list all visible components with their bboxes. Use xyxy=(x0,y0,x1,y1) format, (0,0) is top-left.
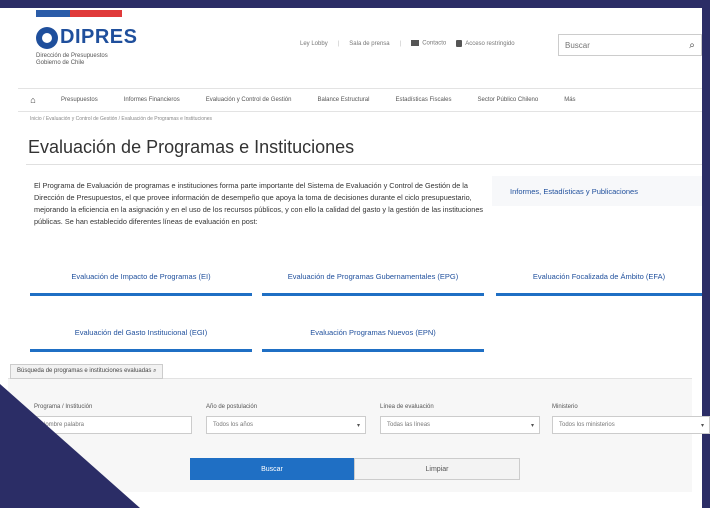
ministerio-select[interactable]: Todos los ministerios ▾ xyxy=(552,416,710,434)
toplink-lobby[interactable]: Ley Lobby xyxy=(300,41,328,47)
flag-stripe xyxy=(36,10,122,17)
filter-label-linea: Línea de evaluación xyxy=(380,404,434,410)
toplink-restricted-label: Acceso restringido xyxy=(465,41,515,48)
nav-item-mas[interactable]: Más xyxy=(551,97,588,103)
nav-item-presupuestos[interactable]: Presupuestos xyxy=(48,97,111,103)
toplink-press[interactable]: Sala de prensa xyxy=(349,41,389,47)
main-nav: ⌂ Presupuestos Informes Financieros Eval… xyxy=(18,88,702,112)
nav-item-informes[interactable]: Informes Financieros xyxy=(111,97,193,103)
intro-paragraph: El Programa de Evaluación de programas e… xyxy=(34,181,484,226)
chevron-down-icon: ▾ xyxy=(700,422,704,429)
page-title: Evaluación de Programas e Instituciones xyxy=(28,137,355,157)
search-box: ⌕ xyxy=(558,34,702,56)
anio-select[interactable]: Todos los años ▾ xyxy=(206,416,366,434)
nav-item-estadisticas[interactable]: Estadísticas Fiscales xyxy=(382,97,464,103)
dipres-logo-icon xyxy=(36,26,58,49)
eval-button-egi[interactable]: Evaluación del Gasto Institucional (EGI) xyxy=(30,316,252,352)
eval-button-epn[interactable]: Evaluación Programas Nuevos (EPN) xyxy=(262,316,484,352)
toplink-restricted[interactable]: Acceso restringido xyxy=(456,40,515,48)
toplink-contact[interactable]: Contacto xyxy=(411,40,446,47)
mail-icon xyxy=(411,40,420,47)
frame-top-border xyxy=(0,0,710,8)
sidebar-link-informes[interactable]: Informes, Estadísticas y Publicaciones xyxy=(492,176,702,206)
top-links: Ley Lobby | Sala de prensa | Contacto Ac… xyxy=(300,40,515,47)
home-icon[interactable]: ⌂ xyxy=(18,95,48,105)
logo-subtitle: Dirección de Presupuestos Gobierno de Ch… xyxy=(36,53,108,66)
breadcrumb[interactable]: Inicio / Evaluación y Control de Gestión… xyxy=(30,116,212,122)
separator: | xyxy=(337,40,340,47)
eval-button-efa[interactable]: Evaluación Focalizada de Ámbito (EFA) xyxy=(496,260,702,296)
flag-red xyxy=(70,10,122,17)
search-icon: ⌕ xyxy=(153,368,157,374)
logo-text: DIPRES xyxy=(60,26,138,48)
filter-label-ministerio: Ministerio xyxy=(552,404,578,410)
flag-blue xyxy=(36,10,70,17)
clear-button[interactable]: Limpiar xyxy=(354,458,520,480)
filter-label-anio: Año de postulación xyxy=(206,404,258,410)
decorative-triangle xyxy=(0,384,140,508)
anio-select-value: Todos los años xyxy=(213,422,254,428)
lock-icon xyxy=(456,40,463,47)
linea-select-value: Todas las líneas xyxy=(387,422,431,428)
search-input[interactable] xyxy=(559,40,683,50)
ministerio-select-value: Todos los ministerios xyxy=(559,422,615,428)
linea-select[interactable]: Todas las líneas ▾ xyxy=(380,416,540,434)
filter-toggle-label: Búsqueda de programas e instituciones ev… xyxy=(17,368,152,374)
chevron-down-icon: ▾ xyxy=(530,422,534,429)
dipres-logo[interactable]: DIPRES Dirección de Presupuestos Gobiern… xyxy=(36,26,137,67)
search-button[interactable]: Buscar xyxy=(190,458,354,480)
nav-item-sector[interactable]: Sector Público Chileno xyxy=(465,97,552,103)
chevron-down-icon: ▾ xyxy=(356,422,360,429)
separator: | xyxy=(399,40,402,47)
eval-button-ei[interactable]: Evaluación de Impacto de Programas (EI) xyxy=(30,260,252,296)
search-icon[interactable]: ⌕ xyxy=(683,40,701,51)
eval-button-epg[interactable]: Evaluación de Programas Gubernamentales … xyxy=(262,260,484,296)
title-divider xyxy=(26,164,702,165)
toplink-contact-label: Contacto xyxy=(422,40,447,47)
nav-item-evaluacion[interactable]: Evaluación y Control de Gestión xyxy=(193,97,305,103)
filter-toggle[interactable]: Búsqueda de programas e instituciones ev… xyxy=(10,364,164,379)
nav-item-balance[interactable]: Balance Estructural xyxy=(304,97,382,103)
